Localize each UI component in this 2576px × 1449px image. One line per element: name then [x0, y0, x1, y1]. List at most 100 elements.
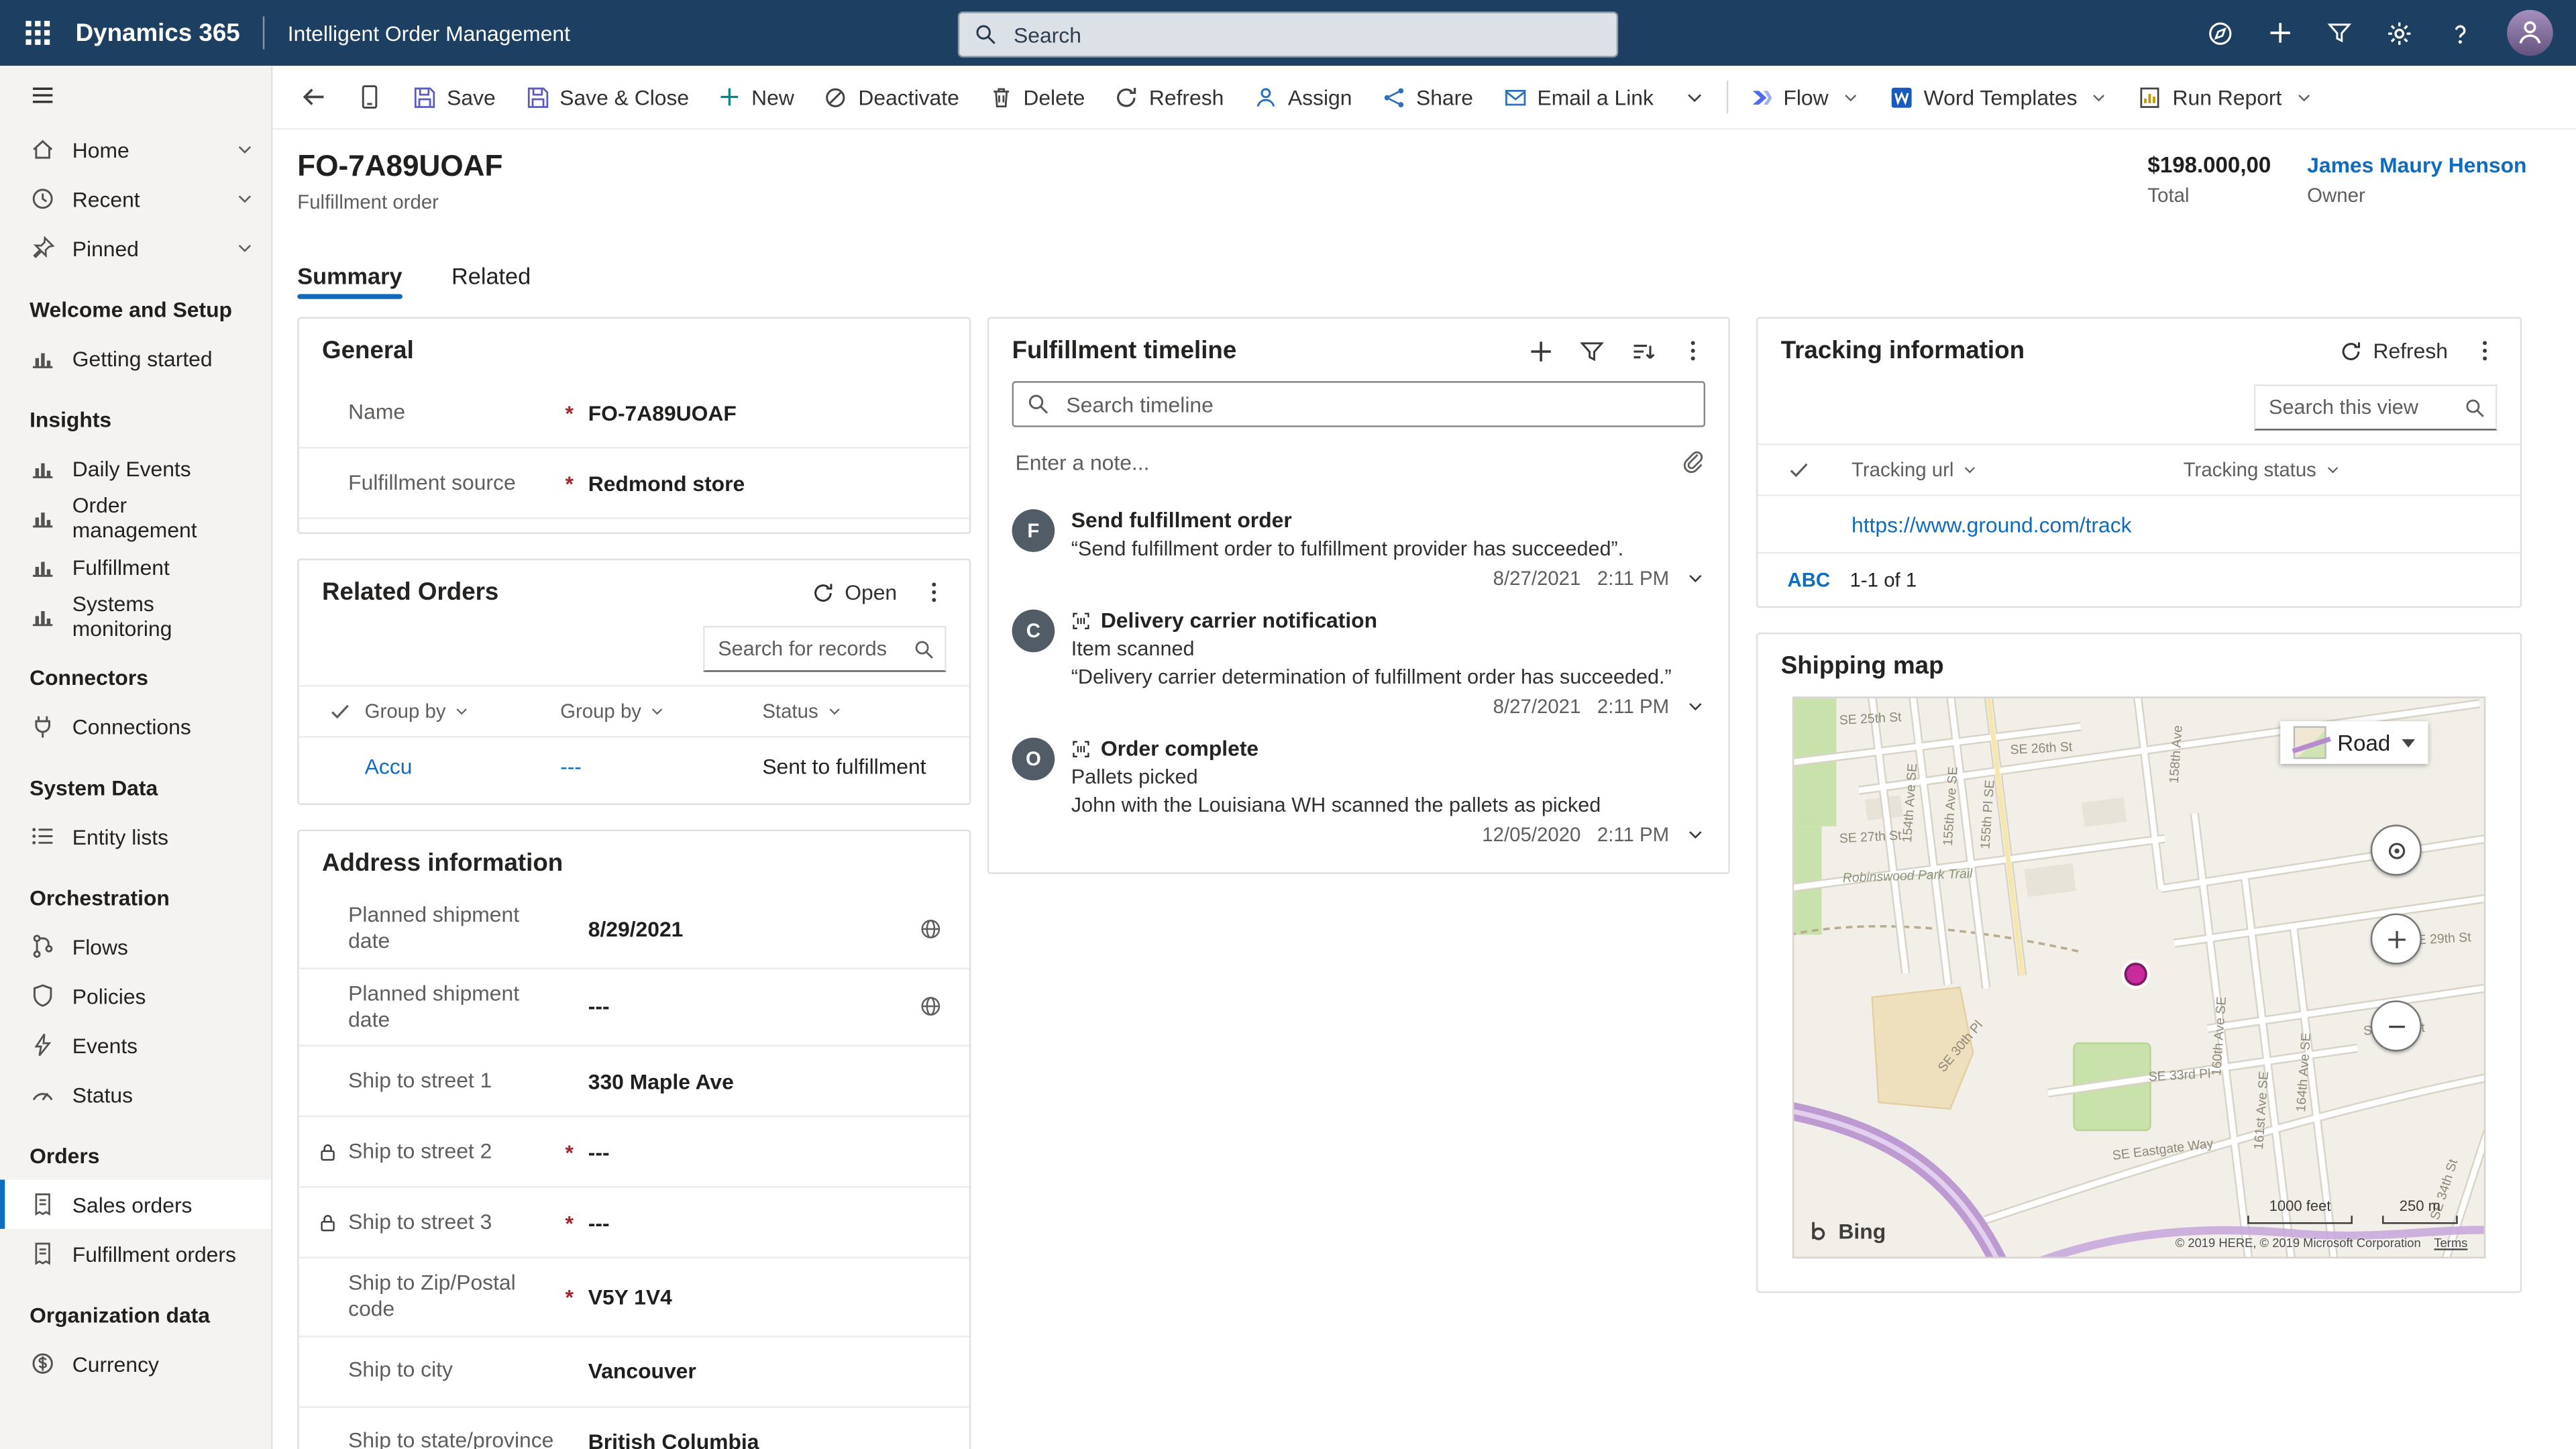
field-value[interactable]: Vancouver — [588, 1358, 943, 1383]
terms-link[interactable]: Terms — [2434, 1236, 2467, 1250]
run-report-button[interactable]: Run Report — [2123, 66, 2328, 128]
map-canvas[interactable]: SE 25th St SE 26th St 158th Ave 154th Av… — [1794, 698, 2484, 1257]
help-icon[interactable] — [2447, 19, 2475, 47]
word-templates-button[interactable]: Word Templates — [1874, 66, 2123, 128]
expand-entry-icon[interactable] — [1686, 696, 1705, 716]
select-all-check-icon[interactable] — [329, 700, 352, 722]
search-icon[interactable] — [914, 638, 935, 659]
sidebar-item-sales-orders[interactable]: Sales orders — [0, 1179, 271, 1228]
tracking-url-link[interactable]: https://www.ground.com/track — [1851, 512, 2184, 537]
focused-view-button[interactable] — [341, 66, 397, 128]
field-value[interactable]: V5Y 1V4 — [588, 1284, 943, 1309]
filter-icon[interactable] — [2326, 19, 2353, 46]
sidebar-item-fulfillment-orders[interactable]: Fulfillment orders — [0, 1229, 271, 1278]
locate-me-button[interactable] — [2371, 824, 2422, 875]
sidebar-item-currency[interactable]: Currency — [0, 1339, 271, 1388]
more-options-icon[interactable] — [1680, 338, 1705, 363]
filter-timeline-icon[interactable] — [1578, 337, 1605, 364]
zoom-out-button[interactable] — [2371, 1000, 2422, 1051]
grid-search-box[interactable] — [2254, 384, 2497, 431]
field-value[interactable]: --- — [588, 1139, 943, 1164]
user-avatar[interactable] — [2507, 10, 2553, 56]
timeline-entry[interactable]: C Delivery carrier notification Item sca… — [989, 590, 1728, 718]
field-value[interactable]: FO-7A89UOAF — [588, 400, 943, 425]
expand-entry-icon[interactable] — [1686, 824, 1705, 844]
new-button[interactable]: New — [704, 66, 809, 128]
settings-gear-icon[interactable] — [2385, 19, 2414, 47]
assign-button[interactable]: Assign — [1238, 66, 1366, 128]
chevron-down-icon[interactable] — [235, 140, 254, 159]
flow-button[interactable]: Flow — [1734, 66, 1874, 128]
open-records-button[interactable]: Open — [812, 580, 897, 604]
sidebar-item-daily-events[interactable]: Daily Events — [0, 443, 271, 492]
back-button[interactable] — [286, 66, 341, 128]
timeline-entry[interactable]: F Send fulfillment order “Send fulfillme… — [989, 490, 1728, 590]
field-value[interactable]: British Columbia — [588, 1430, 943, 1449]
guided-help-compass-icon[interactable] — [2206, 19, 2235, 47]
share-button[interactable]: Share — [1367, 66, 1488, 128]
deactivate-button[interactable]: Deactivate — [809, 66, 974, 128]
save-button[interactable]: Save — [398, 66, 511, 128]
map-style-selector[interactable]: Road — [2279, 721, 2428, 764]
sidebar-item-pinned[interactable]: Pinned — [0, 223, 271, 272]
field-value[interactable]: --- — [588, 1210, 943, 1235]
subgrid-search-box[interactable] — [703, 626, 946, 672]
timeline-entry[interactable]: O Order complete Pallets picked John wit… — [989, 718, 1728, 846]
app-title[interactable]: Dynamics 365 — [76, 19, 240, 47]
app-launcher-waffle-icon[interactable] — [23, 18, 52, 48]
grid-search-input[interactable] — [2265, 394, 2464, 421]
refresh-button[interactable]: Refresh — [1099, 66, 1238, 128]
column-header[interactable]: Group by — [560, 700, 762, 722]
field-value[interactable]: 330 Maple Ave — [588, 1069, 943, 1093]
quick-create-plus-icon[interactable] — [2267, 19, 2294, 46]
tab-summary[interactable]: Summary — [297, 252, 402, 301]
field-value[interactable]: --- — [588, 994, 943, 1019]
more-commands-button[interactable] — [1668, 66, 1719, 128]
bing-logo[interactable]: Bing — [1807, 1219, 1886, 1244]
sidebar-item-policies[interactable]: Policies — [0, 971, 271, 1020]
add-timeline-record-icon[interactable] — [1528, 337, 1554, 364]
paperclip-icon[interactable] — [1680, 449, 1705, 474]
more-options-icon[interactable] — [922, 580, 947, 604]
map-marker[interactable] — [2121, 959, 2151, 989]
sidebar-item-systems-monitoring[interactable]: Systems monitoring — [0, 592, 271, 641]
zoom-in-button[interactable] — [2371, 914, 2422, 965]
timeline-search-box[interactable] — [1012, 381, 1705, 427]
save-and-close-button[interactable]: Save & Close — [511, 66, 704, 128]
timeline-search-input[interactable] — [1063, 390, 1690, 419]
field-value[interactable]: 8/29/2021 — [588, 916, 943, 941]
global-search-box[interactable] — [958, 11, 1618, 58]
globe-icon[interactable] — [918, 916, 943, 941]
column-header[interactable]: Tracking status — [2184, 458, 2498, 481]
sort-timeline-icon[interactable] — [1629, 337, 1656, 364]
column-header[interactable]: Tracking url — [1851, 458, 2184, 481]
tab-related[interactable]: Related — [451, 252, 531, 301]
owner-link[interactable]: James Maury Henson — [2307, 153, 2526, 178]
column-header[interactable]: Group by — [365, 700, 560, 722]
sidebar-item-home[interactable]: Home — [0, 125, 271, 174]
note-input[interactable] — [1012, 447, 1668, 476]
global-search-input[interactable] — [1010, 21, 1602, 49]
sidebar-item-fulfillment[interactable]: Fulfillment — [0, 542, 271, 591]
search-icon[interactable] — [2464, 396, 2485, 418]
select-all-check-icon[interactable] — [1787, 458, 1810, 481]
chevron-down-icon[interactable] — [235, 189, 254, 209]
timeline-note-row[interactable] — [1012, 437, 1705, 486]
jump-bar[interactable]: ABC — [1787, 568, 1830, 591]
chevron-down-icon[interactable] — [235, 238, 254, 258]
sidebar-item-flows[interactable]: Flows — [0, 922, 271, 971]
sidebar-item-order-management[interactable]: Order management — [0, 493, 271, 542]
sidebar-item-entity-lists[interactable]: Entity lists — [0, 812, 271, 861]
refresh-grid-button[interactable]: Refresh — [2340, 338, 2447, 363]
sidebar-item-events[interactable]: Events — [0, 1020, 271, 1069]
sitemap-toggle-button[interactable] — [0, 66, 271, 125]
email-link-button[interactable]: Email a Link — [1488, 66, 1668, 128]
sidebar-item-recent[interactable]: Recent — [0, 174, 271, 223]
field-value[interactable]: Redmond store — [588, 471, 943, 496]
delete-button[interactable]: Delete — [974, 66, 1100, 128]
table-row[interactable]: Accu --- Sent to fulfillment — [299, 738, 969, 794]
sidebar-item-connections[interactable]: Connections — [0, 702, 271, 751]
record-link[interactable]: Accu — [365, 753, 560, 778]
subgrid-search-input[interactable] — [714, 636, 913, 662]
table-row[interactable]: https://www.ground.com/track — [1758, 496, 2520, 554]
